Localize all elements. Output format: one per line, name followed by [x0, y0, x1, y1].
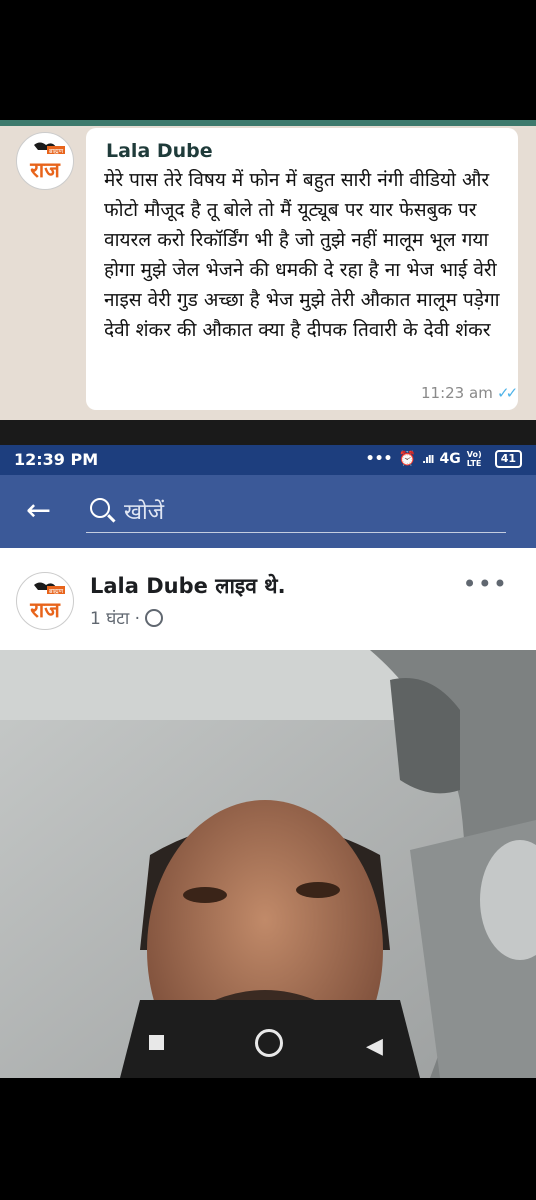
- svg-text:ब्राह्मण: ब्राह्मण: [49, 588, 64, 595]
- battery-icon: 41: [494, 450, 522, 468]
- brahman-raj-logo: ब्राह्मण राज: [21, 577, 69, 625]
- message-text: मेरे पास तेरे विषय में फोन में बहुत सारी…: [104, 169, 500, 341]
- whatsapp-header-strip: [0, 120, 536, 126]
- read-ticks-icon: ✓✓: [497, 384, 518, 402]
- message-time: 11:23 am: [421, 384, 493, 402]
- back-triangle-icon[interactable]: ◀: [366, 1034, 383, 1059]
- status-icons: ••• ⏰ .ıll 4G Vo) LTE 41: [366, 450, 522, 468]
- status-time: 12:39 PM: [14, 450, 99, 469]
- alarm-icon: ⏰: [398, 451, 416, 467]
- post-meta: 1 घंटा ·: [90, 606, 164, 629]
- recents-icon[interactable]: [149, 1035, 164, 1050]
- signal-icon: .ıll: [421, 452, 434, 466]
- network-type: 4G: [439, 451, 461, 467]
- search-bar[interactable]: खोजें: [86, 490, 506, 533]
- avatar-brahman-raj[interactable]: ब्राह्मण राज: [16, 132, 74, 190]
- more-options-icon[interactable]: •••: [463, 570, 508, 598]
- sender-name: Lala Dube: [106, 140, 213, 162]
- notification-dots-icon: •••: [365, 451, 393, 467]
- post-avatar[interactable]: ब्राह्मण राज: [16, 572, 74, 630]
- home-icon[interactable]: [255, 1029, 283, 1057]
- search-input[interactable]: खोजें: [124, 496, 164, 526]
- globe-icon: [145, 608, 164, 627]
- screenshot-divider: [0, 420, 536, 445]
- brahman-raj-logo: ब्राह्मण राज: [21, 137, 69, 185]
- video-frame-image: [0, 650, 536, 1078]
- svg-text:राज: राज: [29, 598, 61, 622]
- svg-text:राज: राज: [29, 158, 61, 182]
- back-arrow-icon[interactable]: ←: [26, 491, 51, 531]
- post-title[interactable]: Lala Dube लाइव थे.: [90, 572, 286, 600]
- post-time: 1 घंटा ·: [90, 609, 141, 629]
- svg-text:ब्राह्मण: ब्राह्मण: [49, 148, 64, 155]
- volte-label: Vo) LTE: [466, 450, 482, 468]
- status-bar: 12:39 PM ••• ⏰ .ıll 4G Vo) LTE 41: [0, 445, 536, 475]
- search-icon: [90, 498, 110, 518]
- live-video[interactable]: [0, 650, 536, 1078]
